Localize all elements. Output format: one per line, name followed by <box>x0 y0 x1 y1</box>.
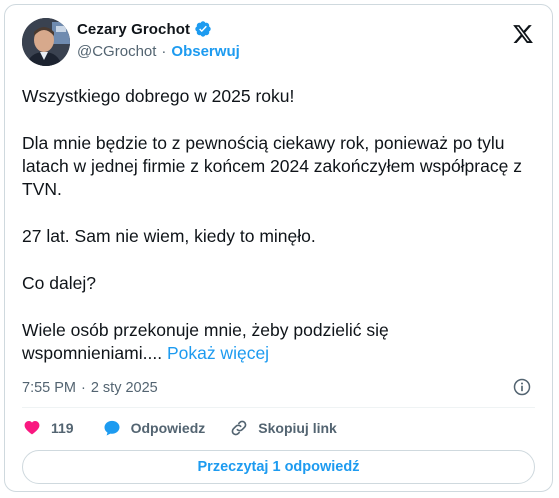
tweet-paragraph: Dla mnie będzie to z pewnością ciekawy r… <box>22 133 522 199</box>
x-logo-icon[interactable] <box>512 23 534 45</box>
reply-button[interactable]: Odpowiedz <box>102 418 206 438</box>
tweet-time: 7:55 PM <box>22 380 76 396</box>
divider <box>22 407 535 408</box>
copy-link-label: Skopiuj link <box>258 420 337 436</box>
link-icon <box>231 420 247 436</box>
read-replies-button[interactable]: Przeczytaj 1 odpowiedź <box>22 450 535 484</box>
author-name[interactable]: Cezary Grochot <box>77 21 190 38</box>
avatar[interactable] <box>22 18 70 66</box>
action-bar: 119 Odpowiedz Skopiuj link <box>22 418 337 438</box>
reply-bubble-icon <box>104 420 120 436</box>
tweet-text: Wszystkiego dobrego w 2025 roku! Dla mni… <box>22 85 532 365</box>
info-icon[interactable] <box>512 377 532 397</box>
tweet-timestamp[interactable]: 7:55 PM · 2 sty 2025 <box>22 380 158 396</box>
author-handle[interactable]: @CGrochot <box>77 43 156 60</box>
heart-icon <box>24 421 40 435</box>
tweet-paragraph: 27 lat. Sam nie wiem, kiedy to minęło. <box>22 226 316 246</box>
tweet-paragraph: Co dalej? <box>22 273 96 293</box>
follow-button[interactable]: Obserwuj <box>171 43 239 60</box>
tweet-date: 2 sty 2025 <box>90 380 158 396</box>
handle-separator: · <box>161 43 167 60</box>
author-name-row: Cezary Grochot <box>77 20 212 38</box>
tweet-paragraph-last: Wiele osób przekonuje mnie, żeby podziel… <box>22 319 532 365</box>
reply-label: Odpowiedz <box>130 420 206 436</box>
timestamp-separator: · <box>81 380 86 396</box>
tweet-card: Cezary Grochot @CGrochot · Obserwuj Wszy… <box>4 4 553 492</box>
show-more-link[interactable]: Pokaż więcej <box>167 343 269 363</box>
like-count: 119 <box>51 420 74 436</box>
read-replies-label: Przeczytaj 1 odpowiedź <box>197 459 360 475</box>
copy-link-button[interactable]: Skopiuj link <box>229 418 337 438</box>
verified-badge-icon <box>195 21 211 37</box>
tweet-paragraph: Wszystkiego dobrego w 2025 roku! <box>22 86 295 106</box>
author-handle-row: @CGrochot · Obserwuj <box>77 43 240 60</box>
like-button[interactable]: 119 <box>22 418 74 438</box>
